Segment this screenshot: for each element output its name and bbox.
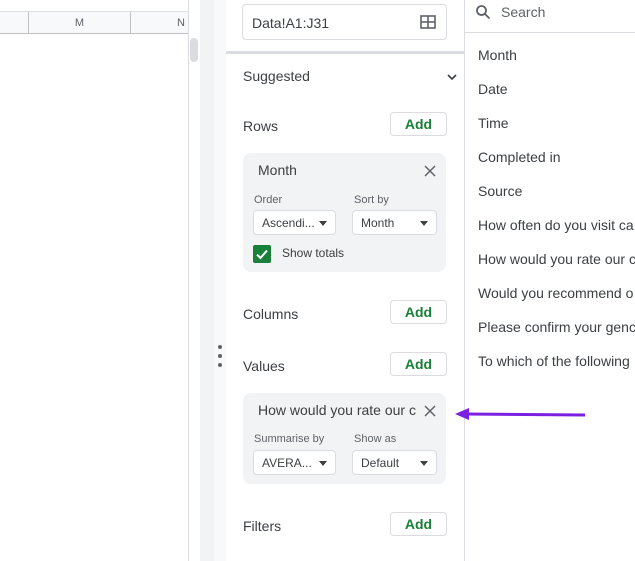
caret-down-icon: [319, 221, 327, 226]
search-icon: [476, 5, 491, 20]
caret-down-icon: [420, 461, 428, 466]
sort-by-select-value: Month: [361, 216, 395, 230]
select-range-grid-icon[interactable]: [420, 15, 436, 29]
close-icon[interactable]: [424, 405, 436, 417]
field-item[interactable]: To which of the following: [478, 353, 630, 369]
field-item[interactable]: Please confirm your genc: [478, 319, 635, 335]
vertical-scrollbar-thumb[interactable]: [190, 38, 198, 62]
suggested-heading[interactable]: Suggested: [243, 68, 310, 84]
field-item[interactable]: Completed in: [478, 149, 561, 165]
columns-heading: Columns: [243, 306, 299, 322]
rows-heading: Rows: [243, 118, 279, 134]
summarise-by-select[interactable]: AVERA...: [253, 450, 336, 475]
values-heading: Values: [243, 358, 285, 374]
field-item[interactable]: Time: [478, 115, 509, 131]
add-row-button[interactable]: Add: [390, 112, 447, 136]
field-item[interactable]: How would you rate our c: [478, 251, 635, 267]
field-item[interactable]: Would you recommend o: [478, 285, 633, 301]
field-item[interactable]: Month: [478, 47, 517, 63]
order-select-value: Ascendi...: [262, 216, 315, 230]
field-item[interactable]: How often do you visit ca: [478, 217, 634, 233]
caret-down-icon: [319, 461, 327, 466]
row-field-card-month: Month Order Sort by Ascendi... Month Sho…: [243, 153, 446, 272]
field-item[interactable]: Source: [478, 183, 522, 199]
add-value-button[interactable]: Add: [390, 352, 447, 376]
value-field-title: How would you rate our c: [258, 402, 416, 418]
add-column-button[interactable]: Add: [390, 300, 447, 324]
field-search-input[interactable]: [501, 1, 635, 23]
value-field-card: How would you rate our c Summarise by Sh…: [243, 393, 446, 484]
order-label: Order: [254, 194, 283, 206]
close-icon[interactable]: [424, 165, 436, 177]
show-totals-label[interactable]: Show totals: [282, 246, 344, 260]
spreadsheet-grid[interactable]: M N: [0, 0, 188, 561]
data-range-value: Data!A1:J31: [252, 15, 330, 31]
show-as-select[interactable]: Default: [352, 450, 437, 475]
sort-by-label: Sort by: [354, 194, 389, 206]
panel-resize-handle[interactable]: [217, 344, 223, 368]
summarise-by-select-value: AVERA...: [262, 456, 312, 470]
data-range-field[interactable]: Data!A1:J31: [242, 4, 447, 40]
filters-heading: Filters: [243, 518, 282, 534]
checkmark-icon: [256, 249, 268, 260]
chevron-down-icon[interactable]: [446, 72, 458, 82]
annotation-arrow-icon: [455, 408, 586, 420]
column-header-m[interactable]: M: [28, 12, 130, 34]
show-as-label: Show as: [354, 433, 397, 445]
field-item[interactable]: Date: [478, 81, 508, 97]
add-filter-button[interactable]: Add: [390, 512, 447, 536]
column-header-row: M N: [0, 11, 188, 34]
panel-gutter: [200, 0, 214, 561]
field-search: [465, 0, 635, 33]
show-totals-checkbox[interactable]: [253, 245, 271, 263]
panel-divider: [226, 51, 464, 54]
show-as-select-value: Default: [361, 456, 400, 470]
field-list-panel: Month Date Time Completed in Source How …: [464, 0, 635, 561]
row-field-title: Month: [258, 162, 297, 178]
column-header-n[interactable]: N: [130, 12, 188, 34]
caret-down-icon: [420, 221, 428, 226]
summarise-by-label: Summarise by: [254, 433, 325, 445]
order-select[interactable]: Ascendi...: [253, 210, 336, 235]
drag-handle-icon: [218, 345, 222, 367]
sort-by-select[interactable]: Month: [352, 210, 437, 235]
